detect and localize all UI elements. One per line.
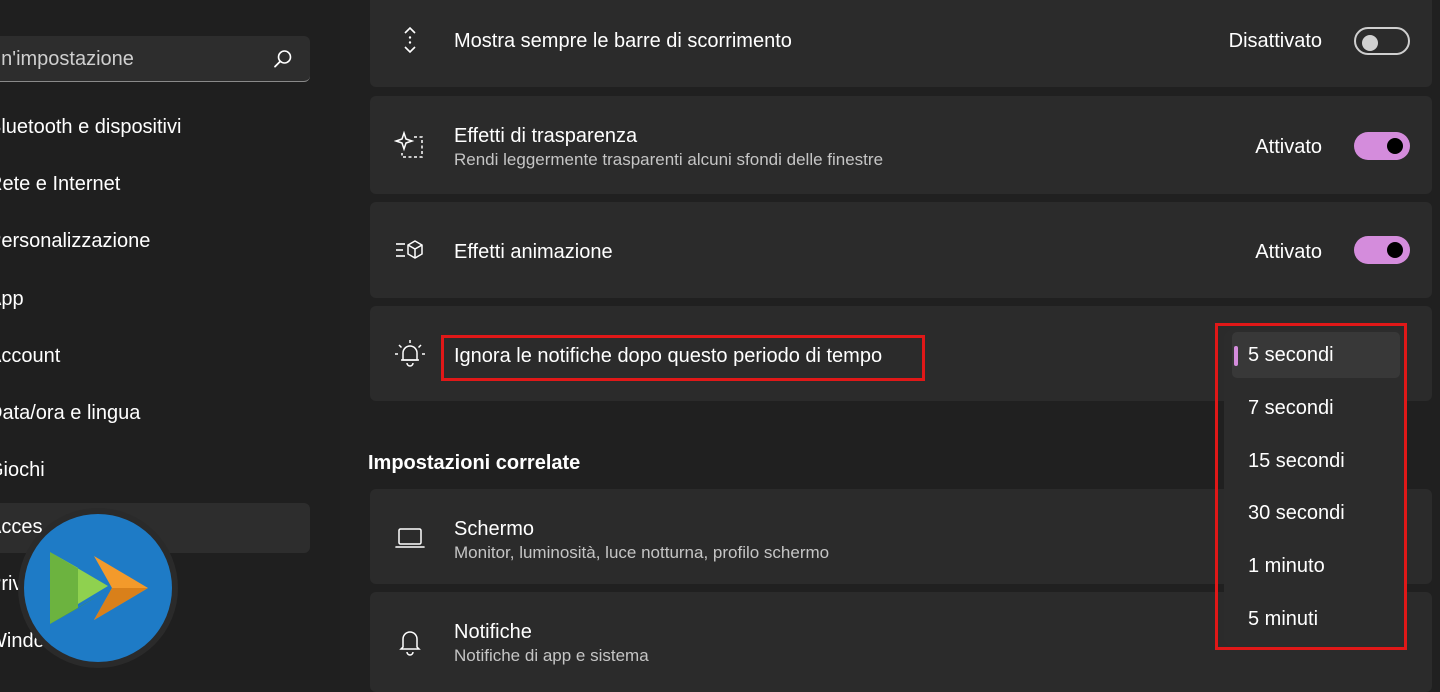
toggle-knob — [1362, 35, 1378, 51]
setting-card-transparency: Effetti di trasparenza Rendi leggermente… — [370, 96, 1432, 194]
sidebar-item-label: Bluetooth e dispositivi — [0, 116, 182, 138]
search-icon[interactable] — [272, 48, 294, 70]
sidebar-item-personalization[interactable]: Personalizzazione — [0, 217, 310, 267]
sidebar-item-label: Personalizzazione — [0, 230, 151, 252]
sidebar-item-label: Rete e Internet — [0, 173, 121, 195]
sparkle-selection-icon — [394, 130, 423, 158]
scrollbars-toggle[interactable] — [1354, 27, 1410, 55]
sidebar-item-accounts[interactable]: Account — [0, 332, 310, 382]
setting-card-scrollbars: Mostra sempre le barre di scorrimento Di… — [370, 0, 1432, 87]
sidebar-item-label: App — [0, 288, 24, 310]
setting-subtitle: Rendi leggermente trasparenti alcuni sfo… — [454, 150, 884, 169]
scroll-arrows-icon — [404, 26, 416, 54]
toggle-state-label: Disattivato — [1228, 30, 1322, 52]
sidebar-item-apps[interactable]: App — [0, 275, 310, 325]
related-settings-heading: Impostazioni correlate — [368, 452, 581, 474]
setting-title: Mostra sempre le barre di scorrimento — [454, 30, 792, 52]
sidebar-item-label: Account — [0, 345, 61, 367]
toggle-state-label: Attivato — [1255, 241, 1322, 263]
sidebar-item-label: Giochi — [0, 459, 45, 481]
related-subtitle: Monitor, luminosità, luce notturna, prof… — [454, 543, 830, 562]
toggle-knob — [1387, 138, 1403, 154]
search-input[interactable]: un'impostazione — [0, 36, 310, 82]
related-title: Notifiche — [454, 621, 532, 643]
setting-title: Effetti di trasparenza — [454, 125, 638, 147]
related-title: Schermo — [454, 518, 535, 540]
notification-bell-icon — [395, 340, 425, 367]
sidebar-item-gaming[interactable]: Giochi — [0, 446, 310, 496]
toggle-state-label: Attivato — [1255, 136, 1322, 158]
transparency-toggle[interactable] — [1354, 132, 1410, 160]
sidebar-item-time-language[interactable]: Data/ora e lingua — [0, 389, 310, 439]
sidebar-item-label: Data/ora e lingua — [0, 402, 141, 424]
animation-toggle[interactable] — [1354, 236, 1410, 264]
annotation-highlight-title — [441, 335, 925, 381]
related-subtitle: Notifiche di app e sistema — [454, 646, 649, 665]
sidebar-item-network[interactable]: Rete e Internet — [0, 160, 310, 210]
site-logo-icon — [18, 508, 178, 668]
annotation-highlight-dropdown — [1215, 323, 1407, 650]
laptop-icon — [395, 528, 425, 548]
setting-card-animation: Effetti animazione Attivato — [370, 202, 1432, 298]
bell-icon — [399, 631, 421, 656]
animation-effects-icon — [396, 240, 423, 259]
setting-title: Effetti animazione — [454, 241, 613, 263]
sidebar-item-bluetooth[interactable]: Bluetooth e dispositivi — [0, 103, 310, 153]
toggle-knob — [1387, 242, 1403, 258]
search-text: un'impostazione — [0, 48, 134, 70]
